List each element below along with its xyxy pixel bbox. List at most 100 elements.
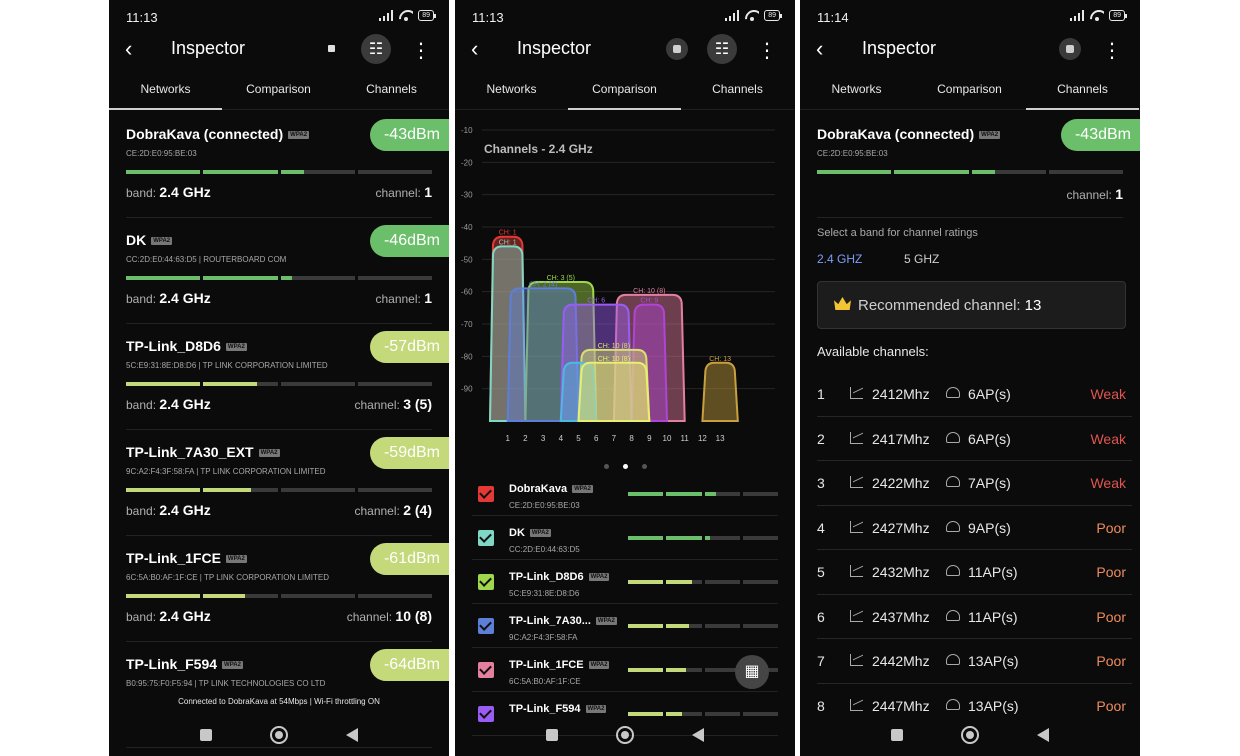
x-tick-label: 12 xyxy=(698,434,707,443)
wifi-icon xyxy=(1090,10,1104,21)
more-vert-icon[interactable]: ⋮ xyxy=(757,38,777,63)
band-info: band: 2.4 GHz xyxy=(126,502,211,518)
network-checkbox[interactable] xyxy=(478,662,494,678)
comparison-row[interactable]: DobraKava WPA2 CE:2D:E0:95:BE:03 xyxy=(472,472,778,516)
system-nav-bar xyxy=(455,714,795,756)
network-item[interactable]: DK WPA2 CC:2D:E0:44:63:D5 | ROUTERBOARD CO… xyxy=(126,218,449,324)
signal-segment xyxy=(357,594,432,598)
nav-back-icon[interactable] xyxy=(1037,728,1049,742)
signal-segment xyxy=(666,624,702,628)
more-vert-icon[interactable]: ⋮ xyxy=(411,38,431,63)
grid-fab-icon[interactable]: ▦ xyxy=(735,655,769,689)
connection-footer: Connected to DobraKava at 54Mbps | Wi-Fi… xyxy=(178,697,380,706)
tab-networks[interactable]: Networks xyxy=(800,78,913,110)
network-item[interactable]: DobraKava (connected) WPA2 CE:2D:E0:95:BE:… xyxy=(126,112,449,218)
record-stop-icon[interactable] xyxy=(328,45,335,52)
page-dot-active[interactable] xyxy=(622,464,628,469)
nav-back-icon[interactable] xyxy=(692,728,704,742)
recents-icon[interactable] xyxy=(891,729,903,741)
channel-row[interactable]: 4 2427Mhz 9AP(s) Poor xyxy=(817,506,1132,550)
y-tick-label: -50 xyxy=(461,255,473,264)
home-icon[interactable] xyxy=(270,726,288,744)
tab-channels[interactable]: Channels xyxy=(335,78,448,110)
network-ssid: DobraKava (connected) WPA2 xyxy=(817,126,1001,142)
channel-row[interactable]: 7 2442Mhz 13AP(s) Poor xyxy=(817,639,1132,684)
channel-frequency: 2417Mhz xyxy=(872,430,930,447)
recents-icon[interactable] xyxy=(546,729,558,741)
ssid-text: DobraKava (connected) xyxy=(817,126,975,142)
band-info: band: 2.4 GHz xyxy=(126,290,211,306)
channel-row[interactable]: 3 2422Mhz 7AP(s) Weak xyxy=(817,461,1132,506)
network-item[interactable]: TP-Link_7A30_EXT WPA2 9C:A2:F4:3F:58:FA | … xyxy=(126,430,449,536)
recents-icon[interactable] xyxy=(200,729,212,741)
router-icon xyxy=(946,609,960,621)
record-stop-icon[interactable] xyxy=(666,38,688,60)
comparison-row[interactable]: TP-Link_1FCE WPA2 6C:5A:B0:AF:1F:CE xyxy=(472,648,778,692)
home-icon[interactable] xyxy=(961,726,979,744)
channel-label: channel: xyxy=(346,610,393,624)
back-arrow-icon[interactable]: ‹ xyxy=(816,38,823,60)
channel-number: 8 xyxy=(817,697,825,714)
back-arrow-icon[interactable]: ‹ xyxy=(471,38,478,60)
network-checkbox[interactable] xyxy=(478,486,494,502)
network-ssid: TP-Link_1FCE WPA2 xyxy=(509,659,610,671)
home-icon[interactable] xyxy=(616,726,634,744)
network-mac: 9C:A2:F4:3F:58:FA | TP LINK CORPORATION … xyxy=(126,467,326,476)
signal-segment xyxy=(666,668,702,672)
channel-number: 1 xyxy=(817,386,825,402)
tab-channels[interactable]: Channels xyxy=(1026,78,1139,110)
nav-back-icon[interactable] xyxy=(346,728,358,742)
series-label: CH: 13 xyxy=(709,356,731,363)
tab-networks[interactable]: Networks xyxy=(455,78,568,110)
band-option-5ghz[interactable]: 5 GHZ xyxy=(904,252,939,266)
network-ssid: DobraKava (connected) WPA2 xyxy=(126,126,310,142)
tab-networks[interactable]: Networks xyxy=(109,78,222,110)
comparison-row[interactable]: TP-Link_7A30... WPA2 9C:A2:F4:3F:58:FA xyxy=(472,604,778,648)
channel-row[interactable]: 1 2412Mhz 6AP(s) Weak xyxy=(817,372,1132,417)
channel-rating: Poor xyxy=(1096,564,1126,580)
network-checkbox[interactable] xyxy=(478,574,494,590)
phone-networks-screen: 11:13 89 ‹ Inspector ☷ ⋮ Networks Compar… xyxy=(109,0,449,756)
page-dot[interactable] xyxy=(641,464,647,469)
app-bar: ‹ Inspector ⋮ xyxy=(800,34,1140,64)
network-item[interactable]: TP-Link_1FCE WPA2 6C:5A:B0:AF:1F:CE | TP L… xyxy=(126,536,449,642)
network-checkbox[interactable] xyxy=(478,618,494,634)
comparison-row[interactable]: TP-Link_D8D6 WPA2 5C:E9:31:8E:D8:D6 xyxy=(472,560,778,604)
x-tick-label: 10 xyxy=(663,434,672,443)
tune-filter-icon[interactable]: ☷ xyxy=(361,34,391,64)
channel-frequency: 2437Mhz xyxy=(872,608,930,625)
status-bar: 11:13 89 xyxy=(109,0,449,34)
channel-row[interactable]: 5 2432Mhz 11AP(s) Poor xyxy=(817,550,1132,595)
record-stop-icon[interactable] xyxy=(1059,38,1081,60)
tune-filter-icon[interactable]: ☷ xyxy=(707,34,737,64)
page-dot[interactable] xyxy=(603,464,609,469)
channel-row[interactable]: 2 2417Mhz 6AP(s) Weak xyxy=(817,417,1132,461)
band-option-24ghz[interactable]: 2.4 GHZ xyxy=(817,252,862,266)
tab-comparison[interactable]: Comparison xyxy=(568,78,681,110)
band-info: band: 2.4 GHz xyxy=(126,184,211,200)
signal-segment xyxy=(280,276,355,280)
tab-comparison[interactable]: Comparison xyxy=(222,78,335,110)
comparison-row[interactable]: DK WPA2 CC:2D:E0:44:63:D5 xyxy=(472,516,778,560)
network-checkbox[interactable] xyxy=(478,530,494,546)
network-item[interactable]: TP-Link_D8D6 WPA2 5C:E9:31:8E:D8:D6 | TP L… xyxy=(126,324,449,430)
tab-comparison[interactable]: Comparison xyxy=(913,78,1026,110)
ssid-text: TP-Link_D8D6 xyxy=(126,338,221,354)
channel-info: channel: 3 (5) xyxy=(354,396,432,412)
ssid-text: TP-Link_1FCE xyxy=(509,659,584,671)
channel-info: channel: 1 xyxy=(375,184,432,200)
channel-info: channel: 1 xyxy=(375,290,432,306)
x-tick-label: 11 xyxy=(681,434,690,443)
signal-segment xyxy=(628,492,664,496)
network-item[interactable]: DobraKava (connected) WPA2 CE:2D:E0:95:BE… xyxy=(817,112,1140,218)
security-badge: WPA2 xyxy=(595,617,617,626)
band-value: 2.4 GHz xyxy=(159,184,211,200)
more-vert-icon[interactable]: ⋮ xyxy=(1102,38,1122,63)
tab-channels[interactable]: Channels xyxy=(681,78,794,110)
series-label: CH: 10 (8) xyxy=(633,288,665,295)
channel-row[interactable]: 6 2437Mhz 11AP(s) Poor xyxy=(817,595,1132,639)
y-tick-label: -60 xyxy=(461,288,473,297)
band-info: band: 2.4 GHz xyxy=(126,396,211,412)
network-mac: CC:2D:E0:44:63:D5 | ROUTERBOARD COM xyxy=(126,255,287,264)
back-arrow-icon[interactable]: ‹ xyxy=(125,38,132,60)
